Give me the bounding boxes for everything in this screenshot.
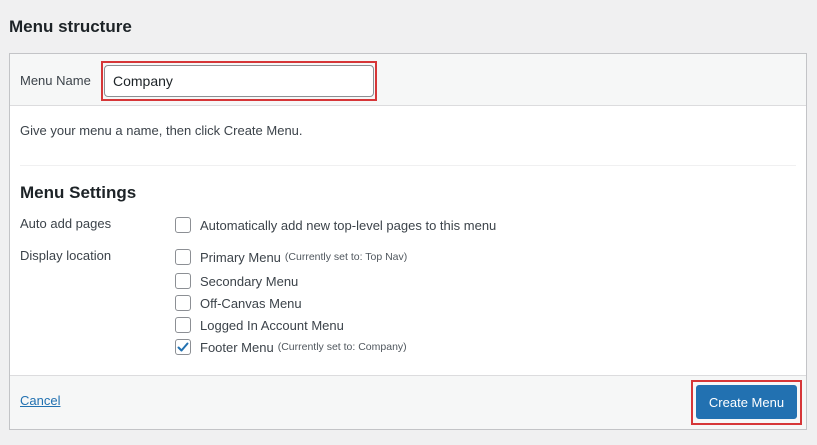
off-canvas-menu-checkbox[interactable]	[175, 295, 191, 311]
location-option-off-canvas[interactable]: Off-Canvas Menu	[175, 294, 302, 312]
menu-name-label: Menu Name	[20, 73, 91, 88]
secondary-menu-label: Secondary Menu	[200, 273, 299, 289]
off-canvas-menu-label: Off-Canvas Menu	[200, 295, 302, 311]
cancel-link[interactable]: Cancel	[20, 393, 60, 408]
menu-name-input[interactable]	[104, 65, 374, 97]
logged-in-account-menu-label: Logged In Account Menu	[200, 317, 344, 333]
secondary-menu-checkbox[interactable]	[175, 273, 191, 289]
primary-menu-checkbox[interactable]	[175, 249, 191, 265]
auto-add-option-label: Automatically add new top-level pages to…	[200, 217, 497, 233]
location-option-footer[interactable]: Footer Menu (Currently set to: Company)	[175, 338, 407, 356]
checkmark-icon	[177, 342, 189, 352]
menu-edit-panel: Menu Name Give your menu a name, then cl…	[9, 53, 807, 430]
location-option-logged-in[interactable]: Logged In Account Menu	[175, 316, 344, 334]
panel-footer: Cancel Create Menu	[10, 375, 806, 429]
auto-add-pages-label: Auto add pages	[20, 216, 112, 231]
footer-menu-checkbox[interactable]	[175, 339, 191, 355]
auto-add-option[interactable]: Automatically add new top-level pages to…	[175, 216, 496, 234]
logged-in-account-menu-checkbox[interactable]	[175, 317, 191, 333]
primary-menu-note: (Currently set to: Top Nav)	[284, 251, 408, 263]
primary-menu-label: Primary Menu	[200, 249, 281, 265]
page-title: Menu structure	[9, 17, 132, 36]
location-option-primary[interactable]: Primary Menu (Currently set to: Top Nav)	[175, 248, 407, 266]
footer-menu-note: (Currently set to: Company)	[277, 341, 407, 353]
divider	[20, 165, 796, 166]
location-option-secondary[interactable]: Secondary Menu	[175, 272, 298, 290]
menu-settings-title: Menu Settings	[20, 183, 137, 202]
display-location-label: Display location	[20, 248, 112, 263]
create-menu-button[interactable]: Create Menu	[696, 385, 797, 419]
menu-name-header: Menu Name	[10, 54, 806, 106]
footer-menu-label: Footer Menu	[200, 339, 274, 355]
auto-add-checkbox[interactable]	[175, 217, 191, 233]
instructions-text: Give your menu a name, then click Create…	[20, 123, 303, 138]
